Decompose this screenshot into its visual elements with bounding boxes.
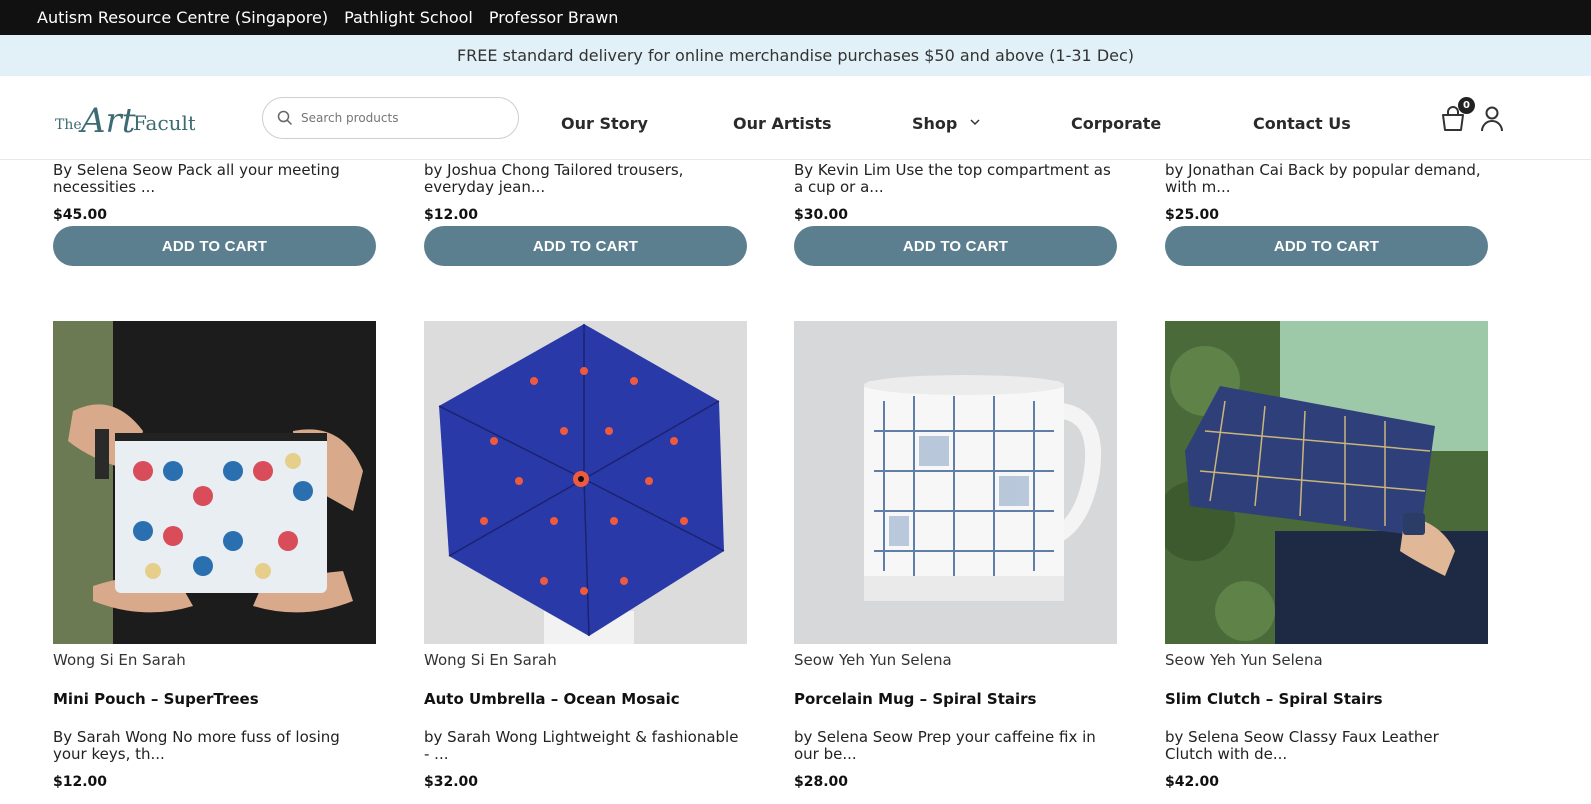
product-vendor: Seow Yeh Yun Selena — [794, 651, 952, 669]
link-arc[interactable]: Autism Resource Centre (Singapore) — [37, 8, 328, 27]
product-vendor: Seow Yeh Yun Selena — [1165, 651, 1323, 669]
nav-our-story[interactable]: Our Story — [561, 114, 648, 133]
product-description: by Sarah Wong Lightweight & fashionable … — [424, 729, 739, 763]
svg-text:Art: Art — [78, 101, 136, 141]
product-card: by Joshua Chong Tailored trousers, every… — [424, 162, 747, 266]
product-price: $42.00 — [1165, 774, 1220, 790]
product-vendor: Wong Si En Sarah — [424, 651, 557, 669]
add-to-cart-button[interactable]: ADD TO CART — [424, 226, 747, 266]
product-title[interactable]: Mini Pouch – SuperTrees — [53, 690, 259, 708]
add-to-cart-button[interactable]: ADD TO CART — [53, 226, 376, 266]
product-image-pouch[interactable] — [53, 321, 376, 644]
product-price: $28.00 — [794, 774, 849, 790]
svg-text:Faculty: Faculty — [133, 111, 195, 135]
svg-text:The: The — [55, 117, 82, 133]
product-card: By Selena Seow Pack all your meeting nec… — [53, 162, 376, 266]
search-input[interactable] — [301, 111, 491, 125]
product-description: by Joshua Chong Tailored trousers, every… — [424, 162, 684, 196]
product-description: by Selena Seow Prep your caffeine fix in… — [794, 729, 1096, 763]
product-description: by Jonathan Cai Back by popular demand, … — [1165, 162, 1481, 196]
product-card: By Kevin Lim Use the top compartment as … — [794, 162, 1117, 266]
search-icon — [277, 110, 293, 126]
product-price: $32.00 — [424, 774, 479, 790]
product-card: by Jonathan Cai Back by popular demand, … — [1165, 162, 1488, 266]
promo-banner: FREE standard delivery for online mercha… — [0, 35, 1591, 76]
link-pathlight[interactable]: Pathlight School — [344, 8, 473, 27]
product-description: By Kevin Lim Use the top compartment as … — [794, 162, 1111, 196]
product-image-mug[interactable] — [794, 321, 1117, 644]
account-icon[interactable] — [1481, 106, 1503, 132]
product-price: $45.00 — [53, 207, 108, 223]
top-bar: Autism Resource Centre (Singapore) Pathl… — [0, 0, 1591, 35]
search-box[interactable] — [262, 97, 519, 139]
nav-corporate[interactable]: Corporate — [1071, 114, 1161, 133]
product-title[interactable]: Porcelain Mug – Spiral Stairs — [794, 690, 1036, 708]
product-price: $12.00 — [53, 774, 108, 790]
product-vendor: Wong Si En Sarah — [53, 651, 186, 669]
add-to-cart-button[interactable]: ADD TO CART — [794, 226, 1117, 266]
product-price: $25.00 — [1165, 207, 1220, 223]
nav-contact-us[interactable]: Contact Us — [1253, 114, 1351, 133]
product-description: By Sarah Wong No more fuss of losing you… — [53, 729, 340, 763]
product-price: $12.00 — [424, 207, 479, 223]
add-to-cart-button[interactable]: ADD TO CART — [1165, 226, 1488, 266]
site-header: The Art Faculty Our Story Our Artists Sh… — [0, 76, 1591, 160]
nav-shop[interactable]: Shop — [912, 114, 957, 133]
product-description: By Selena Seow Pack all your meeting nec… — [53, 162, 340, 196]
product-price: $30.00 — [794, 207, 849, 223]
nav-our-artists[interactable]: Our Artists — [733, 114, 832, 133]
product-image-umbrella[interactable] — [424, 321, 747, 644]
product-title[interactable]: Slim Clutch – Spiral Stairs — [1165, 690, 1383, 708]
promo-text: FREE standard delivery for online mercha… — [456, 46, 1135, 65]
product-description: by Selena Seow Classy Faux Leather Clutc… — [1165, 729, 1439, 763]
link-professor-brawn[interactable]: Professor Brawn — [489, 8, 619, 27]
cart-count-badge: 0 — [1458, 97, 1475, 114]
chevron-down-icon[interactable] — [969, 116, 981, 128]
product-title[interactable]: Auto Umbrella – Ocean Mosaic — [424, 690, 680, 708]
site-logo[interactable]: The Art Faculty — [55, 98, 195, 142]
product-image-clutch[interactable] — [1165, 321, 1488, 644]
